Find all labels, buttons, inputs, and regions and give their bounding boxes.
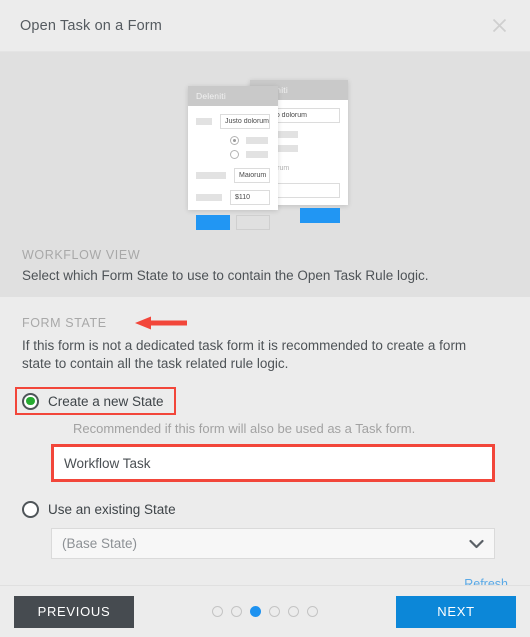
next-button[interactable]: NEXT [396, 595, 516, 628]
mock-secondary-button [235, 215, 270, 230]
dialog-footer: PREVIOUS NEXT [0, 585, 530, 637]
step-dot-1[interactable] [212, 606, 223, 617]
page-title: Open Task on a Form [20, 17, 163, 34]
mock-radio-label [246, 137, 268, 144]
mock-radio-label [276, 145, 298, 152]
existing-state-select[interactable]: (Base State) [51, 528, 495, 559]
mock-card-front: Deleniti Justo dolorum Maiorum $110 [188, 86, 278, 230]
mock-field: $110 [230, 190, 270, 205]
radio-unchecked-icon [22, 500, 39, 518]
mock-radio-label [276, 131, 298, 138]
step-dot-4[interactable] [269, 606, 280, 617]
form-state-kicker-row: FORM STATE [22, 315, 508, 331]
radio-checked-icon [22, 392, 39, 410]
refresh-link[interactable]: Refresh [464, 577, 508, 585]
mock-field-label [196, 118, 213, 125]
mock-radio-icon [230, 150, 239, 159]
radio-create-new-state[interactable]: Create a new State [15, 387, 176, 415]
radio-use-existing-state[interactable]: Use an existing State [22, 498, 508, 520]
state-name-input[interactable] [54, 447, 492, 479]
workflow-view-kicker: WORKFLOW VIEW [22, 248, 141, 262]
step-dot-2[interactable] [231, 606, 242, 617]
mock-card-front-titlebar: Deleniti [188, 86, 278, 106]
form-state-section: FORM STATE If this form is not a dedicat… [0, 297, 530, 585]
mock-field-label [196, 194, 222, 201]
mock-field: Justo dolorum [220, 114, 270, 129]
annotation-arrow-icon [134, 316, 187, 330]
mock-radio-label [246, 151, 268, 158]
mock-field-label [196, 172, 226, 179]
radio-use-existing-state-label: Use an existing State [48, 501, 176, 517]
step-dot-3[interactable] [250, 606, 261, 617]
mock-form-illustration: Deleniti Justo dolorum [0, 52, 530, 237]
workflow-view-caption: WORKFLOW VIEW Select which Form State to… [22, 248, 508, 283]
form-state-description: If this form is not a dedicated task for… [22, 338, 467, 371]
mock-radio-option [230, 150, 270, 159]
radio-create-new-state-label: Create a new State [48, 393, 164, 409]
create-new-state-hint: Recommended if this form will also be us… [73, 421, 416, 436]
form-state-kicker: FORM STATE [22, 316, 107, 330]
mock-primary-button [300, 208, 340, 223]
mock-radio-icon [230, 136, 239, 145]
workflow-view-description: Select which Form State to use to contai… [22, 268, 429, 283]
close-icon[interactable] [484, 11, 514, 41]
mock-field: Maiorum [234, 168, 270, 183]
existing-state-select-value: (Base State) [62, 536, 138, 551]
workflow-view-preview-panel: Deleniti Justo dolorum [0, 52, 530, 297]
step-dot-5[interactable] [288, 606, 299, 617]
previous-button[interactable]: PREVIOUS [14, 595, 134, 628]
state-name-input-wrapper [51, 444, 495, 482]
step-dot-6[interactable] [307, 606, 318, 617]
chevron-down-icon [469, 539, 484, 548]
mock-primary-button [196, 215, 230, 230]
dialog-header: Open Task on a Form [0, 0, 530, 52]
open-task-wizard-dialog: Open Task on a Form Deleniti Justo dolor… [0, 0, 530, 637]
mock-radio-option [230, 136, 270, 145]
step-indicator [134, 606, 396, 617]
